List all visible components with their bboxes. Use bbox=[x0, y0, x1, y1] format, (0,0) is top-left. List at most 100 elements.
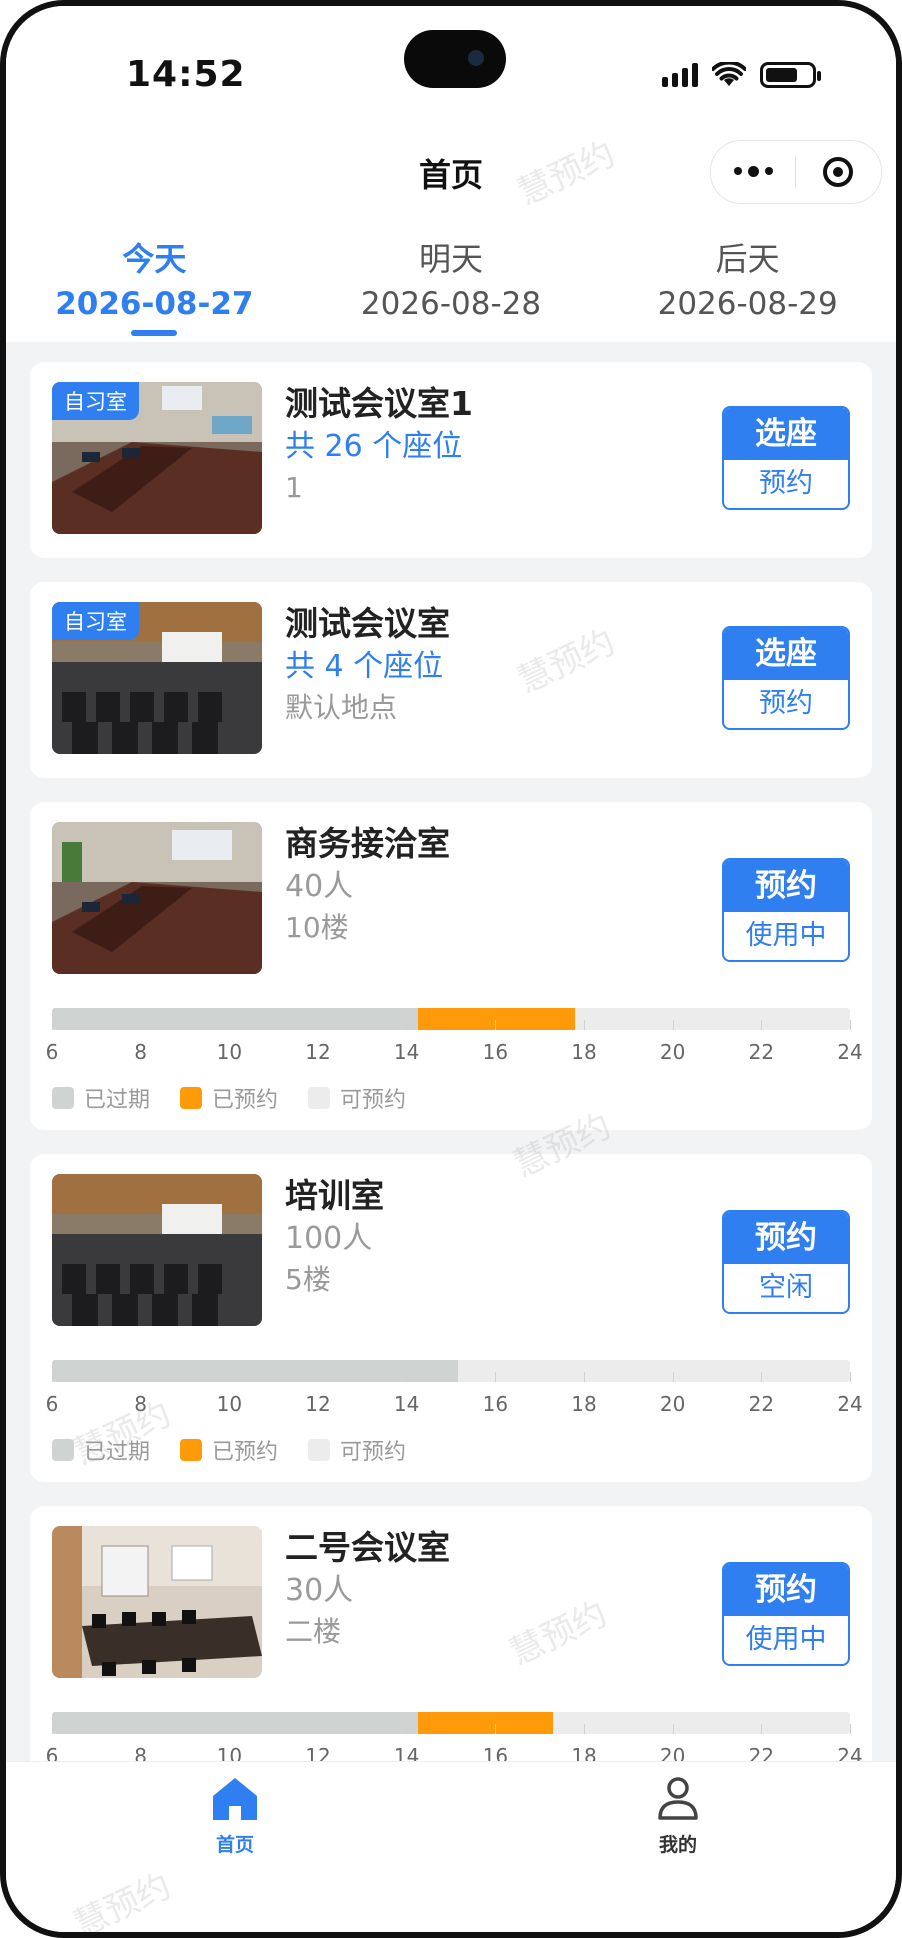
mini-program-capsule bbox=[710, 140, 882, 204]
legend-booked: 已预约 bbox=[180, 1082, 278, 1114]
timeline-hour-label: 16 bbox=[482, 1040, 509, 1064]
more-icon[interactable] bbox=[711, 166, 795, 177]
timeline-tick bbox=[229, 1372, 231, 1382]
timeline-tick bbox=[583, 1372, 585, 1382]
tab-label: 明天 bbox=[419, 240, 484, 278]
dynamic-island bbox=[404, 30, 506, 88]
timeline-bar[interactable] bbox=[52, 1360, 850, 1382]
timeline-tick bbox=[672, 1724, 674, 1734]
status-time: 14:52 bbox=[126, 54, 246, 95]
expired-segment bbox=[52, 1712, 418, 1734]
legend-expired: 已过期 bbox=[52, 1082, 150, 1114]
timeline-tick bbox=[850, 1372, 851, 1382]
timeline-tick bbox=[140, 1020, 142, 1030]
timeline-tick bbox=[140, 1724, 142, 1734]
target-icon bbox=[823, 157, 853, 187]
button-primary-label: 预约 bbox=[724, 1212, 848, 1264]
timeline-tick bbox=[495, 1724, 497, 1734]
room-name: 测试会议室1 bbox=[285, 384, 473, 423]
timeline-hour-label: 14 bbox=[393, 1040, 420, 1064]
tab-date: 2026-08-27 bbox=[55, 286, 254, 322]
timeline-hour-label: 12 bbox=[305, 1392, 331, 1416]
timeline-tick bbox=[317, 1724, 319, 1734]
expired-segment bbox=[52, 1360, 458, 1382]
timeline-hour-label: 18 bbox=[571, 1392, 597, 1416]
tab-day-after-tomorrow[interactable]: 后天 2026-08-29 bbox=[599, 222, 896, 342]
tab-mine-label: 我的 bbox=[658, 1834, 697, 1856]
room-location: 5楼 bbox=[285, 1263, 331, 1296]
timeline-hour-label: 16 bbox=[482, 1392, 509, 1416]
timeline-tick bbox=[140, 1372, 142, 1382]
timeline-tick bbox=[229, 1020, 231, 1030]
tab-today[interactable]: 今天 2026-08-27 bbox=[6, 222, 303, 342]
booking-timeline: 6 8 10 12 14 16 18 20 22 24 已过期 已预约 可预约 bbox=[46, 1360, 863, 1466]
book-button[interactable]: 预约 空闲 bbox=[722, 1210, 850, 1314]
book-button[interactable]: 预约 使用中 bbox=[722, 858, 850, 962]
room-photo bbox=[52, 1526, 262, 1678]
room-list: 自习室 测试会议室1 共 26 个座位 1 选座 预约 自习室 测试会议室 共 … bbox=[30, 362, 872, 1858]
room-name: 测试会议室 bbox=[285, 604, 450, 643]
timeline-hour-label: 8 bbox=[134, 1392, 148, 1416]
timeline-hour-label: 22 bbox=[748, 1040, 775, 1064]
room-capacity: 40人 bbox=[285, 869, 354, 904]
button-primary-label: 预约 bbox=[724, 860, 848, 912]
tab-date: 2026-08-29 bbox=[657, 286, 838, 322]
legend-booked: 已预约 bbox=[180, 1434, 278, 1466]
timeline-hour-labels: 6 8 10 12 14 16 18 20 22 24 bbox=[46, 1392, 863, 1426]
tab-date: 2026-08-28 bbox=[360, 286, 542, 322]
select-seat-button[interactable]: 选座 预约 bbox=[722, 406, 850, 510]
room-card[interactable]: 自习室 测试会议室 共 4 个座位 默认地点 选座 预约 bbox=[30, 582, 872, 778]
room-card[interactable]: 自习室 测试会议室1 共 26 个座位 1 选座 预约 bbox=[30, 362, 872, 558]
timeline-hour-label: 6 bbox=[45, 1392, 59, 1416]
room-photo: 自习室 bbox=[52, 382, 262, 534]
room-capacity: 100人 bbox=[285, 1221, 373, 1256]
booked-segment[interactable] bbox=[417, 1008, 576, 1030]
timeline-legend: 已过期 已预约 可预约 bbox=[52, 1434, 850, 1466]
timeline-hour-label: 6 bbox=[45, 1040, 59, 1064]
timeline-legend: 已过期 已预约 可预约 bbox=[52, 1082, 850, 1114]
tab-home[interactable]: 首页 bbox=[175, 1776, 295, 1857]
timeline-hour-label: 12 bbox=[305, 1040, 331, 1064]
tab-mine[interactable]: 我的 bbox=[618, 1776, 738, 1857]
timeline-tick bbox=[317, 1372, 319, 1382]
room-photo bbox=[52, 1174, 262, 1326]
phone-frame: 14:52 首页 今天 2026-08-27 明天 2026-08-28 后天 … bbox=[0, 0, 902, 1938]
timeline-bar[interactable] bbox=[52, 1712, 850, 1734]
status-icons bbox=[662, 62, 821, 88]
timeline-tick bbox=[583, 1020, 585, 1030]
legend-available: 可预约 bbox=[308, 1434, 406, 1466]
timeline-tick bbox=[761, 1020, 763, 1030]
button-primary-label: 预约 bbox=[724, 1564, 848, 1616]
camera-icon bbox=[468, 50, 484, 66]
room-type-badge: 自习室 bbox=[52, 602, 139, 640]
book-button[interactable]: 预约 使用中 bbox=[722, 1562, 850, 1666]
room-card[interactable]: 商务接洽室 40人 10楼 预约 使用中 6 8 10 12 14 16 18 20 22 24 … bbox=[30, 802, 872, 1130]
timeline-tick bbox=[406, 1372, 408, 1382]
room-photo bbox=[52, 822, 262, 974]
timeline-tick bbox=[761, 1724, 763, 1734]
timeline-tick bbox=[52, 1372, 53, 1382]
seat-count: 共 4 个座位 bbox=[285, 649, 444, 684]
timeline-hour-label: 14 bbox=[393, 1392, 420, 1416]
timeline-bar[interactable] bbox=[52, 1008, 850, 1030]
timeline-tick bbox=[317, 1020, 319, 1030]
timeline-tick bbox=[583, 1724, 585, 1734]
seat-count: 共 26 个座位 bbox=[285, 429, 463, 464]
room-status-label: 空闲 bbox=[759, 1272, 813, 1303]
timeline-hour-label: 20 bbox=[659, 1392, 686, 1416]
timeline-tick bbox=[761, 1372, 763, 1382]
close-miniprogram-button[interactable] bbox=[796, 157, 880, 187]
room-location: 默认地点 bbox=[285, 691, 398, 724]
timeline-tick bbox=[52, 1724, 53, 1734]
tab-tomorrow[interactable]: 明天 2026-08-28 bbox=[303, 222, 600, 342]
room-location: 10楼 bbox=[285, 911, 349, 944]
timeline-hour-label: 20 bbox=[659, 1040, 686, 1064]
room-card[interactable]: 培训室 100人 5楼 预约 空闲 6 8 10 12 14 16 18 20 22 24 已过期… bbox=[30, 1154, 872, 1482]
active-tab-indicator bbox=[131, 330, 178, 336]
home-icon bbox=[213, 1778, 257, 1820]
booked-segment[interactable] bbox=[417, 1712, 553, 1734]
timeline-tick bbox=[850, 1020, 851, 1030]
day-tabs: 今天 2026-08-27 明天 2026-08-28 后天 2026-08-2… bbox=[6, 222, 896, 342]
select-seat-button[interactable]: 选座 预约 bbox=[722, 626, 850, 730]
timeline-tick bbox=[229, 1724, 231, 1734]
